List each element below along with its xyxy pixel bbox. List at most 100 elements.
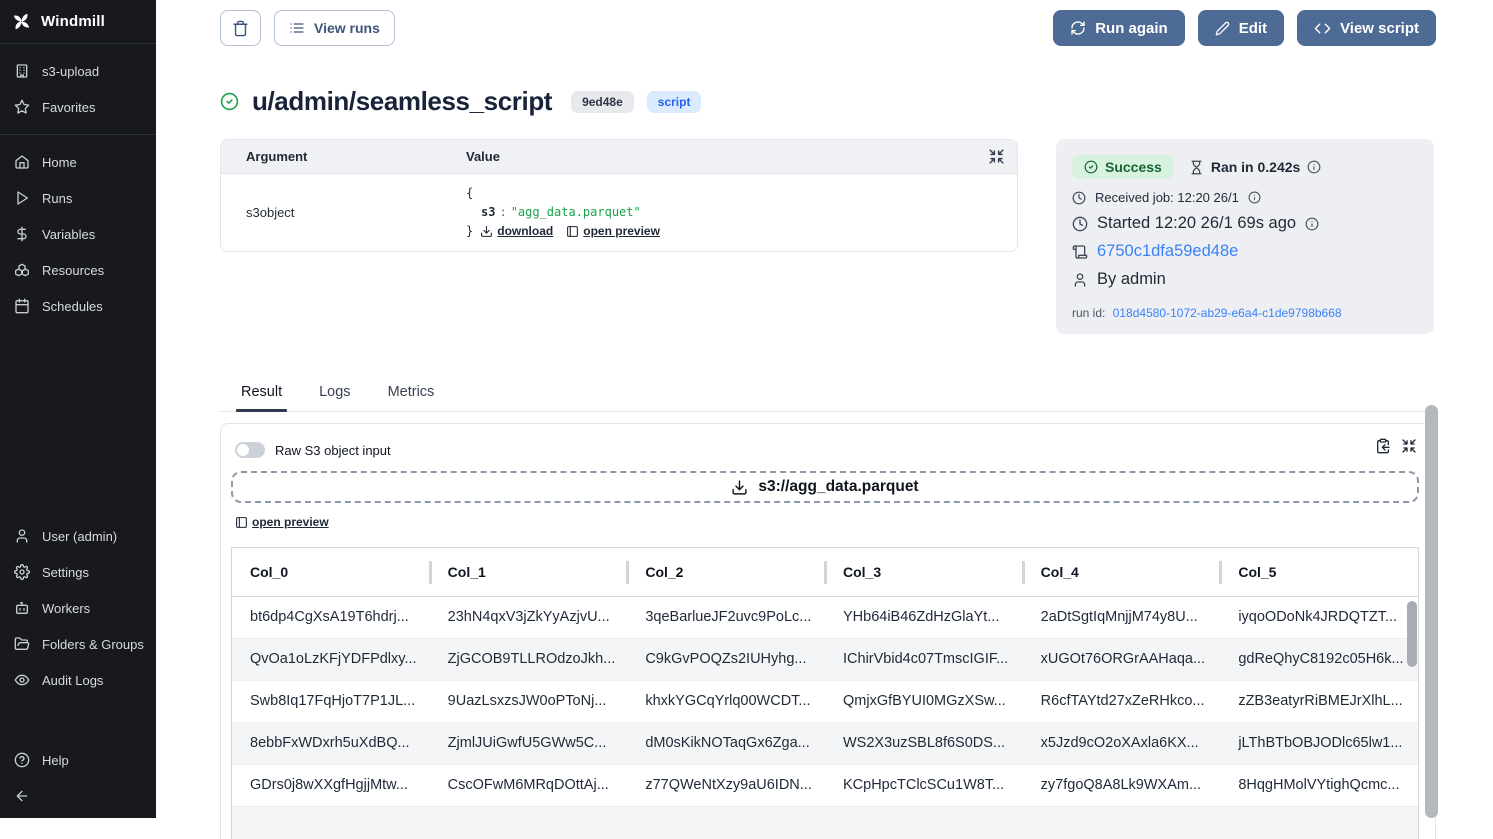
list-icon: [289, 20, 305, 36]
brand[interactable]: Windmill: [0, 0, 156, 43]
run-again-button[interactable]: Run again: [1053, 10, 1185, 46]
tab-logs[interactable]: Logs: [314, 384, 355, 411]
run-again-label: Run again: [1095, 20, 1168, 37]
scroll-icon: [1072, 244, 1088, 260]
status-badge-label: Success: [1105, 159, 1162, 175]
sidebar-item-label: Workers: [42, 601, 90, 616]
download-label: download: [497, 222, 553, 241]
building-icon: [14, 63, 30, 79]
sidebar-item-audit-logs[interactable]: Audit Logs: [0, 662, 156, 698]
sidebar-item-schedules[interactable]: Schedules: [0, 288, 156, 324]
table-cell: gdReQhyC8192c05H6k...: [1220, 639, 1418, 680]
sidebar-item-label: Runs: [42, 191, 72, 206]
json-key: s3: [481, 203, 495, 222]
sidebar-item-label: Variables: [42, 227, 95, 242]
table-cell: CscOFwM6MRqDOttAj...: [430, 765, 628, 806]
result-panel: Raw S3 object input s3://agg_data.parque…: [220, 423, 1436, 839]
column-header[interactable]: Col_1: [430, 548, 628, 596]
toolbar: View runs Run again Edit View script: [220, 10, 1436, 46]
edit-button[interactable]: Edit: [1198, 10, 1284, 46]
sidebar: Windmill s3-upload Favorites Home Runs V…: [0, 0, 156, 818]
tab-metrics[interactable]: Metrics: [383, 384, 440, 411]
table-row: GDrs0j8wXXgfHgjjMtw... CscOFwM6MRqDOttAj…: [232, 765, 1418, 807]
sidebar-item-home[interactable]: Home: [0, 144, 156, 180]
sidebar-item-runs[interactable]: Runs: [0, 180, 156, 216]
run-duration: Ran in 0.242s: [1189, 159, 1322, 175]
json-colon: :: [495, 203, 510, 222]
sidebar-item-help[interactable]: Help: [0, 742, 156, 778]
table-cell: x5Jzd9cO2oXAxla6KX...: [1023, 723, 1221, 764]
sidebar-item-favorites[interactable]: Favorites: [0, 89, 156, 125]
expand-icon[interactable]: [988, 148, 1005, 168]
table-cell: IChirVbid4c07TmscIGIF...: [825, 639, 1023, 680]
sidebar-item-label: Settings: [42, 565, 89, 580]
column-header[interactable]: Col_4: [1023, 548, 1221, 596]
download-link[interactable]: download: [480, 222, 553, 241]
bot-icon: [14, 600, 30, 616]
info-icon[interactable]: [1248, 191, 1261, 204]
title-row: u/admin/seamless_script 9ed48e script: [220, 86, 1436, 117]
sidebar-item-resources[interactable]: Resources: [0, 252, 156, 288]
hash-badge: 9ed48e: [571, 91, 634, 113]
tab-result[interactable]: Result: [236, 384, 287, 411]
sidebar-item-label: s3-upload: [42, 64, 99, 79]
table-cell: KCpHpcTClcSCu1W8T...: [825, 765, 1023, 806]
table-cell: YHb64iB46ZdHzGlaYt...: [825, 597, 1023, 638]
s3-download-button[interactable]: s3://agg_data.parquet: [231, 471, 1419, 503]
s3-path-label: s3://agg_data.parquet: [758, 478, 918, 496]
download-icon: [480, 225, 493, 238]
boxes-icon: [14, 262, 30, 278]
info-icon[interactable]: [1305, 217, 1319, 231]
table-cell: xUGOt76ORGrAAHaqa...: [1023, 639, 1221, 680]
dollar-icon: [14, 226, 30, 242]
run-id-label: run id:: [1072, 306, 1105, 320]
table-row: QvOa1oLzKFjYDFPdlxy... ZjGCOB9TLLROdzoJk…: [232, 639, 1418, 681]
column-header[interactable]: Col_3: [825, 548, 1023, 596]
panel-scrollbar-thumb[interactable]: [1425, 405, 1438, 818]
gear-icon: [14, 564, 30, 580]
sidebar-item-variables[interactable]: Variables: [0, 216, 156, 252]
open-preview-link[interactable]: open preview: [566, 222, 660, 241]
table-row: [232, 807, 1418, 839]
sidebar-item-folders-groups[interactable]: Folders & Groups: [0, 626, 156, 662]
delete-button[interactable]: [220, 10, 261, 46]
job-hash-link[interactable]: 6750c1dfa59ed48e: [1097, 242, 1238, 261]
table-scrollbar-thumb[interactable]: [1407, 601, 1417, 667]
run-id-link[interactable]: 018d4580-1072-ab29-e6a4-c1de9798b668: [1113, 306, 1342, 320]
json-brace: }: [466, 222, 473, 241]
play-icon: [14, 190, 30, 206]
script-badge: script: [647, 91, 702, 113]
open-preview-link[interactable]: open preview: [235, 515, 329, 529]
table-cell: C9kGvPOQZs2IUHyhg...: [627, 639, 825, 680]
info-icon[interactable]: [1307, 160, 1321, 174]
table-cell: 8HqgHMolVYtighQcmc...: [1220, 765, 1418, 806]
table-cell: ZjGCOB9TLLROdzoJkh...: [430, 639, 628, 680]
table-scrollbar[interactable]: [1407, 599, 1417, 839]
sidebar-collapse-button[interactable]: [0, 778, 156, 814]
sidebar-item-settings[interactable]: Settings: [0, 554, 156, 590]
hourglass-icon: [1189, 160, 1204, 175]
view-runs-button[interactable]: View runs: [274, 10, 395, 46]
clock-icon: [1072, 216, 1088, 232]
job-hash-line: 6750c1dfa59ed48e: [1072, 242, 1418, 261]
help-icon: [14, 752, 30, 768]
sidebar-item-user[interactable]: User (admin): [0, 518, 156, 554]
column-header[interactable]: Col_5: [1220, 548, 1418, 596]
sidebar-item-s3-upload[interactable]: s3-upload: [0, 53, 156, 89]
column-header[interactable]: Col_0: [232, 548, 430, 596]
column-header[interactable]: Col_2: [627, 548, 825, 596]
table-cell: 23hN4qxV3jZkYyAzjvU...: [430, 597, 628, 638]
user-icon: [14, 528, 30, 544]
clock-icon: [1072, 191, 1086, 205]
received-job-line: Received job: 12:20 26/1: [1072, 190, 1418, 205]
raw-s3-toggle[interactable]: [235, 442, 265, 458]
calendar-icon: [14, 298, 30, 314]
sidebar-item-workers[interactable]: Workers: [0, 590, 156, 626]
brand-label: Windmill: [41, 13, 105, 30]
check-circle-icon: [220, 92, 239, 111]
view-script-button[interactable]: View script: [1297, 10, 1436, 46]
tab-bar: Result Logs Metrics: [220, 384, 1436, 412]
copy-result-icon[interactable]: [1375, 438, 1391, 454]
expand-result-icon[interactable]: [1401, 438, 1417, 454]
status-panel: Success Ran in 0.242s Received job: 12:2…: [1056, 139, 1434, 334]
